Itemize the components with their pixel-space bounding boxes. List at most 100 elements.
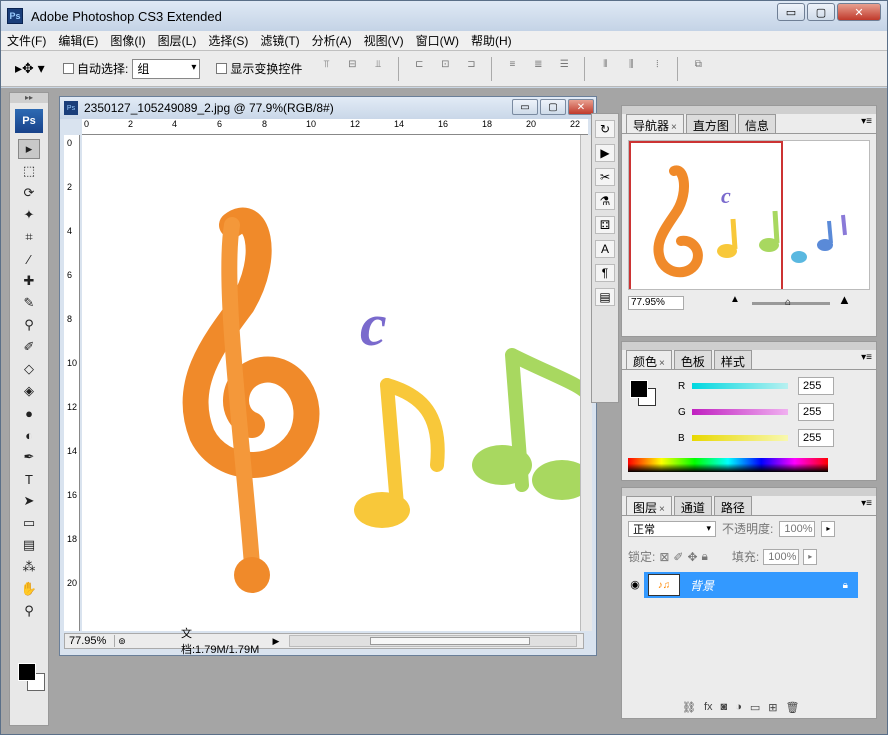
color-spectrum[interactable] bbox=[628, 458, 828, 472]
navigator-zoom-field[interactable]: 77.95% bbox=[628, 296, 684, 310]
align-top-icon[interactable]: ⫪ bbox=[316, 57, 336, 73]
fill-field[interactable]: 100% bbox=[763, 548, 800, 565]
paragraph-icon[interactable]: ¶ bbox=[595, 264, 615, 282]
ps-toolbox-logo[interactable]: Ps bbox=[15, 109, 43, 133]
menu-image[interactable]: 图像(I) bbox=[104, 32, 151, 49]
color-fg-swatch[interactable] bbox=[630, 380, 648, 398]
actions-icon[interactable]: ▶ bbox=[595, 144, 615, 162]
panel-menu-icon[interactable]: ▾≡ bbox=[861, 352, 872, 363]
pen-tool-icon[interactable]: ✒ bbox=[18, 447, 40, 467]
navigator-view-box[interactable] bbox=[629, 141, 783, 289]
layer-comps-icon[interactable]: ▤ bbox=[595, 288, 615, 306]
auto-select-dropdown[interactable]: 组 bbox=[132, 58, 201, 79]
distribute-right-icon[interactable]: ⦙ bbox=[647, 57, 667, 73]
lock-position-icon[interactable]: ✥ bbox=[687, 550, 697, 564]
align-left-icon[interactable]: ⊏ bbox=[409, 57, 429, 73]
opacity-field[interactable]: 100% bbox=[779, 520, 816, 537]
tab-navigator[interactable]: 导航器 × bbox=[626, 114, 684, 133]
character-icon[interactable]: A bbox=[595, 240, 615, 258]
menu-layer[interactable]: 图层(L) bbox=[152, 32, 203, 49]
tab-paths[interactable]: 路径 bbox=[713, 496, 752, 515]
panel-menu-icon[interactable]: ▾≡ bbox=[861, 498, 872, 509]
close-button[interactable]: ✕ bbox=[837, 3, 881, 21]
tab-styles[interactable]: 样式 bbox=[713, 350, 752, 369]
distribute-hcenter-icon[interactable]: ⫼ bbox=[621, 57, 641, 73]
scroll-thumb[interactable] bbox=[370, 637, 530, 645]
menu-edit[interactable]: 编辑(E) bbox=[52, 32, 104, 49]
menu-file[interactable]: 文件(F) bbox=[1, 32, 52, 49]
brushes-icon[interactable]: ⚗ bbox=[595, 192, 615, 210]
path-selection-icon[interactable]: ➤ bbox=[18, 491, 40, 511]
fill-arrow-icon[interactable]: ▸ bbox=[803, 548, 818, 565]
menu-filter[interactable]: 滤镜(T) bbox=[254, 32, 305, 49]
menu-analysis[interactable]: 分析(A) bbox=[306, 32, 358, 49]
distribute-left-icon[interactable]: ⦀ bbox=[595, 57, 615, 73]
rectangle-tool-icon[interactable]: ▭ bbox=[18, 513, 40, 533]
adjustment-layer-icon[interactable]: ◑ bbox=[735, 701, 742, 714]
zoom-tool-icon[interactable]: ⚲ bbox=[18, 601, 40, 621]
tab-histogram[interactable]: 直方图 bbox=[685, 114, 736, 133]
menu-window[interactable]: 窗口(W) bbox=[410, 32, 465, 49]
clone-source-icon[interactable]: ⚃ bbox=[595, 216, 615, 234]
tab-layers[interactable]: 图层 × bbox=[626, 496, 672, 515]
tool-presets-icon[interactable]: ✂ bbox=[595, 168, 615, 186]
panel-menu-icon[interactable]: ▾≡ bbox=[861, 116, 872, 127]
foreground-color-swatch[interactable] bbox=[18, 663, 36, 681]
layer-name[interactable]: 背景 bbox=[690, 577, 714, 594]
align-bottom-icon[interactable]: ⫫ bbox=[368, 57, 388, 73]
align-right-icon[interactable]: ⊐ bbox=[461, 57, 481, 73]
horizontal-scrollbar[interactable] bbox=[289, 635, 577, 647]
align-vcenter-icon[interactable]: ⊟ bbox=[342, 57, 362, 73]
zoom-out-icon[interactable]: ▲ bbox=[730, 294, 740, 305]
blend-mode-select[interactable]: 正常 ▾ bbox=[628, 520, 716, 537]
layer-row-background[interactable]: ◉ ♪♫ 背景 🔒︎ bbox=[626, 572, 858, 598]
move-tool-icon[interactable]: ▸ bbox=[18, 139, 40, 159]
auto-align-icon[interactable]: ⧉ bbox=[688, 57, 708, 73]
g-value-field[interactable]: 255 bbox=[798, 403, 834, 421]
status-menu-arrow-icon[interactable]: ▶ bbox=[269, 636, 283, 647]
tab-swatches[interactable]: 色板 bbox=[673, 350, 712, 369]
maximize-button[interactable]: ▢ bbox=[807, 3, 835, 21]
toolbox-grip[interactable]: ▸▸ bbox=[10, 93, 48, 103]
show-transform-checkbox[interactable] bbox=[216, 63, 228, 74]
history-icon[interactable]: ↻ bbox=[595, 120, 615, 138]
panel-grip[interactable] bbox=[622, 106, 876, 114]
image-canvas[interactable]: c bbox=[82, 135, 588, 631]
lock-image-icon[interactable]: ✐ bbox=[673, 550, 683, 564]
healing-brush-icon[interactable]: ✚ bbox=[18, 271, 40, 291]
blur-tool-icon[interactable]: ● bbox=[18, 403, 40, 423]
align-hcenter-icon[interactable]: ⊡ bbox=[435, 57, 455, 73]
new-layer-icon[interactable]: ⊞ bbox=[768, 701, 777, 714]
doc-minimize-button[interactable]: ▭ bbox=[512, 99, 538, 115]
menu-select[interactable]: 选择(S) bbox=[202, 32, 254, 49]
layer-style-icon[interactable]: fx bbox=[704, 701, 713, 714]
paint-bucket-icon[interactable]: ◈ bbox=[18, 381, 40, 401]
g-slider[interactable] bbox=[692, 409, 788, 415]
new-group-icon[interactable]: ▭ bbox=[750, 701, 760, 714]
document-title-bar[interactable]: Ps 2350127_105249089_2.jpg @ 77.9%(RGB/8… bbox=[60, 97, 596, 119]
distribute-vcenter-icon[interactable]: ≣ bbox=[528, 57, 548, 73]
delete-layer-icon[interactable]: 🗑︎ bbox=[785, 701, 799, 714]
tab-info[interactable]: 信息 bbox=[737, 114, 776, 133]
r-value-field[interactable]: 255 bbox=[798, 377, 834, 395]
slice-tool-icon[interactable]: ⁄ bbox=[18, 249, 40, 269]
layer-mask-icon[interactable]: ◙ bbox=[721, 701, 728, 714]
visibility-eye-icon[interactable]: ◉ bbox=[626, 572, 644, 598]
vertical-ruler[interactable]: 0 2 4 6 8 10 12 14 16 18 20 bbox=[64, 135, 80, 631]
auto-select-checkbox[interactable] bbox=[63, 63, 74, 74]
distribute-top-icon[interactable]: ≡ bbox=[502, 57, 522, 73]
minimize-button[interactable]: ▭ bbox=[777, 3, 805, 21]
move-tool-preset-icon[interactable]: ▸✥ ▾ bbox=[15, 55, 55, 83]
dodge-tool-icon[interactable]: ◐ bbox=[18, 425, 40, 445]
menu-help[interactable]: 帮助(H) bbox=[465, 32, 518, 49]
status-options-icon[interactable]: ⊚ bbox=[115, 636, 129, 647]
opacity-arrow-icon[interactable]: ▸ bbox=[821, 520, 836, 537]
hand-tool-icon[interactable]: ✋ bbox=[18, 579, 40, 599]
eyedropper-icon[interactable]: ⁂ bbox=[18, 557, 40, 577]
brush-tool-icon[interactable]: ✎ bbox=[18, 293, 40, 313]
distribute-bottom-icon[interactable]: ☰ bbox=[554, 57, 574, 73]
clone-stamp-icon[interactable]: ⚲ bbox=[18, 315, 40, 335]
b-slider[interactable] bbox=[692, 435, 788, 441]
lock-transparent-icon[interactable]: ⊠ bbox=[659, 550, 669, 564]
tab-channels[interactable]: 通道 bbox=[673, 496, 712, 515]
